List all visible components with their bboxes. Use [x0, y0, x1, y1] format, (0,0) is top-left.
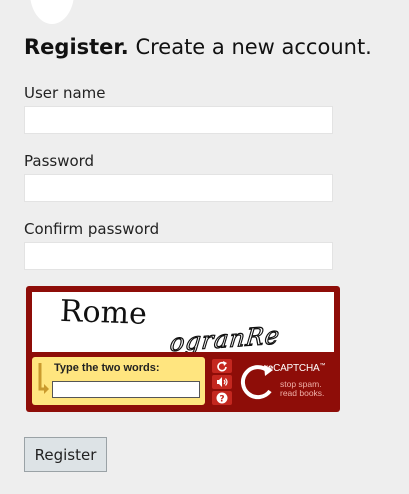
arrow-icon	[38, 363, 49, 394]
audio-icon	[217, 377, 228, 387]
register-page: Register. Create a new account. User nam…	[0, 0, 409, 494]
logo-circle	[30, 0, 74, 24]
confirm-password-label: Confirm password	[24, 220, 160, 238]
confirm-password-input[interactable]	[24, 242, 333, 270]
svg-text:?: ?	[219, 395, 224, 405]
register-button[interactable]: Register	[24, 437, 107, 472]
recaptcha-widget: Rome ogranRe Type the two words: ? reCAP…	[26, 286, 340, 412]
page-title-strong: Register.	[24, 35, 129, 59]
captcha-audio-button[interactable]	[212, 375, 232, 389]
captcha-help-button[interactable]: ?	[212, 391, 232, 405]
captcha-prompt: Type the two words:	[54, 362, 160, 374]
captcha-image: Rome ogranRe	[32, 292, 334, 352]
username-input[interactable]	[24, 106, 333, 134]
recaptcha-slogan: stop spam. read books.	[280, 380, 324, 398]
username-label: User name	[24, 84, 106, 102]
recaptcha-wordmark: reCAPTCHA™	[264, 363, 325, 374]
captcha-refresh-button[interactable]	[212, 359, 232, 373]
captcha-entry-panel: Type the two words:	[32, 357, 205, 405]
recaptcha-branding: reCAPTCHA™ stop spam. read books.	[240, 359, 336, 407]
recaptcha-wordmark-prefix: re	[264, 363, 274, 374]
recaptcha-trademark: ™	[319, 363, 326, 369]
captcha-word-1: Rome	[59, 294, 147, 332]
captcha-words: Rome ogranRe	[59, 294, 282, 352]
captcha-response-input[interactable]	[52, 381, 200, 398]
help-icon: ?	[216, 392, 228, 404]
page-title: Register. Create a new account.	[24, 35, 372, 59]
recaptcha-slogan-line-2: read books.	[280, 388, 325, 398]
password-input[interactable]	[24, 174, 333, 202]
page-title-subtitle: Create a new account.	[128, 35, 372, 59]
refresh-icon	[217, 361, 227, 372]
captcha-word-2: ogranRe	[169, 321, 282, 352]
password-label: Password	[24, 152, 95, 170]
recaptcha-wordmark-main: CAPTCHA	[273, 363, 320, 374]
